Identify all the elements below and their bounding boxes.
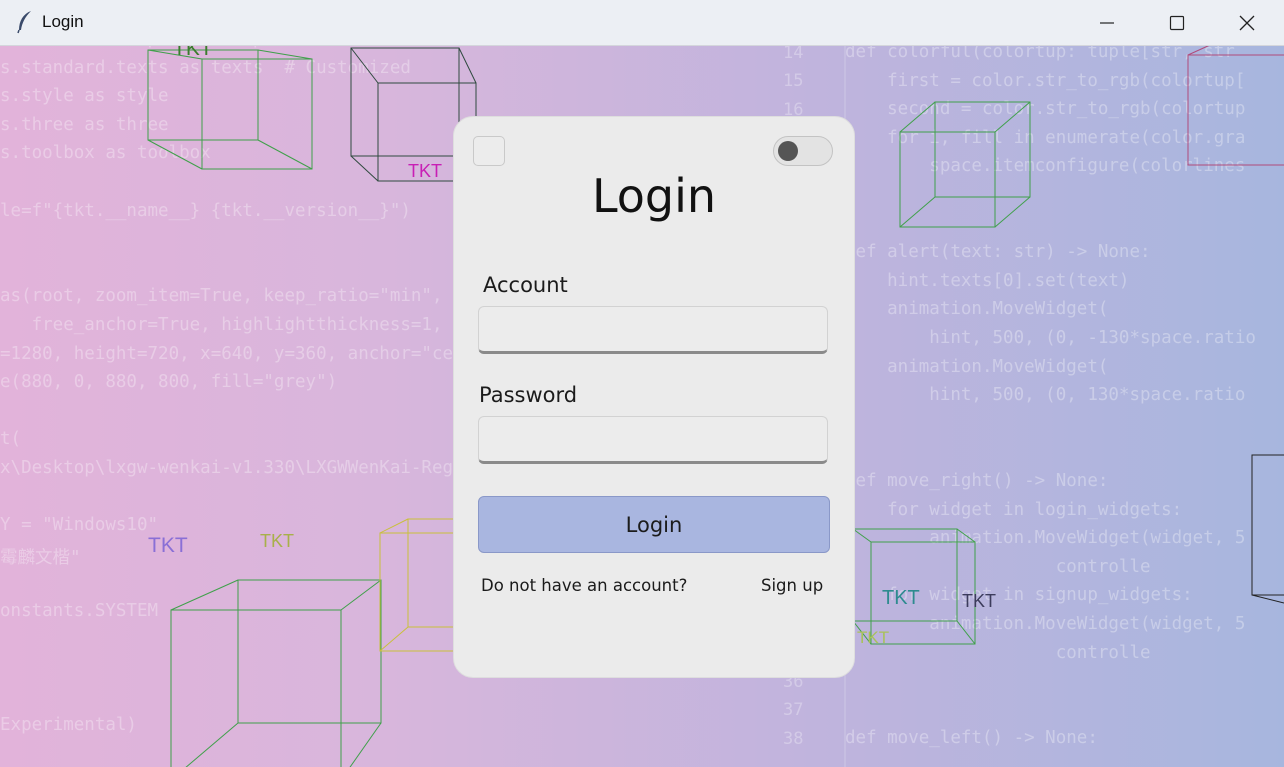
password-input[interactable] [478,416,828,464]
cube-wireframe [170,579,382,767]
checkbox[interactable] [473,136,505,166]
cube-wireframe [1251,454,1284,604]
tkt-label: TKT [408,161,442,181]
close-button[interactable] [1212,0,1282,45]
close-icon [1239,15,1255,30]
account-label: Account [483,273,568,297]
minimize-icon [1100,21,1114,24]
tkt-label: TKT [962,591,996,611]
title-bar: Login [0,0,1284,46]
cube-wireframe [1187,45,1284,166]
tkt-label: TKT [882,587,920,609]
login-button[interactable]: Login [478,496,830,553]
password-label: Password [479,383,578,407]
tkt-label: TKT [260,531,294,551]
tkt-label: TKT [173,45,213,60]
cube-wireframe [899,101,1031,228]
window-title: Login [42,12,84,31]
tkt-label: TKT [148,534,188,557]
login-card: Login Account Password Login Do not have… [453,116,855,678]
minimize-button[interactable] [1072,0,1142,45]
no-account-text: Do not have an account? [481,576,688,595]
maximize-icon [1169,15,1185,30]
toggle-knob-icon [778,141,798,161]
feather-icon [17,11,31,34]
maximize-button[interactable] [1142,0,1212,45]
signup-link[interactable]: Sign up [761,576,823,595]
tkt-label: TKT [857,628,890,647]
cube-wireframe [147,49,313,170]
account-input[interactable] [478,306,828,354]
login-title: Login [591,169,717,223]
theme-toggle[interactable] [773,136,833,166]
